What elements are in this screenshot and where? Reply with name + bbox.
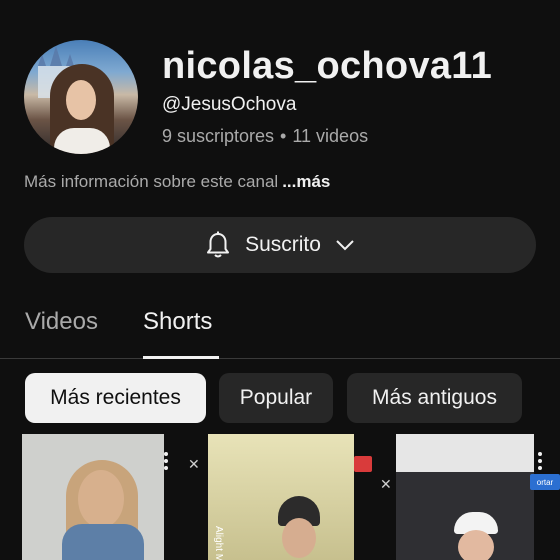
channel-tabs: Videos Shorts [0,300,560,359]
more-options-icon[interactable] [538,452,544,470]
avatar-face [66,80,96,120]
thumbnail-shirt [62,524,144,560]
channel-about-link[interactable]: Más información sobre este canal ...más [24,172,330,192]
overlay-tag [354,456,372,472]
avatar-top [54,128,110,154]
close-icon[interactable]: ✕ [188,456,200,473]
tab-shorts[interactable]: Shorts [143,308,212,336]
chevron-down-icon [336,240,354,251]
thumbnail-face [282,518,316,558]
channel-name: nicolas_ochova11 [162,45,493,87]
short-thumbnail[interactable] [396,434,534,560]
tab-videos[interactable]: Videos [25,308,98,336]
chip-most-recent[interactable]: Más recientes [25,373,206,423]
thumbnail-watermark: Alight Motion [213,526,224,560]
chip-popular[interactable]: Popular [219,373,333,423]
close-icon[interactable]: ✕ [380,476,392,493]
short-thumbnail[interactable] [22,434,164,560]
bell-icon [207,231,230,258]
video-count: 11 videos [292,126,369,146]
overlay-tag: ortar [530,474,560,490]
stats-separator: • [280,126,287,146]
channel-stats: 9 suscriptores • 11 videos [162,126,368,147]
about-more[interactable]: ...más [282,172,330,191]
short-thumbnail[interactable]: Alight Motion [208,434,354,560]
subscribe-button[interactable]: Suscrito [24,217,536,273]
more-options-icon[interactable] [164,452,170,470]
thumbnail-background [208,434,354,560]
active-tab-indicator [143,356,219,359]
channel-avatar[interactable] [24,40,138,154]
thumbnail-face [78,470,124,528]
chip-oldest[interactable]: Más antiguos [347,373,522,423]
about-text: Más información sobre este canal [24,172,279,191]
channel-handle: @JesusOchova [162,94,297,115]
subscribe-label: Suscrito [245,233,321,256]
thumbnail-face [458,530,494,560]
subscriber-count: 9 suscriptores [162,126,275,146]
